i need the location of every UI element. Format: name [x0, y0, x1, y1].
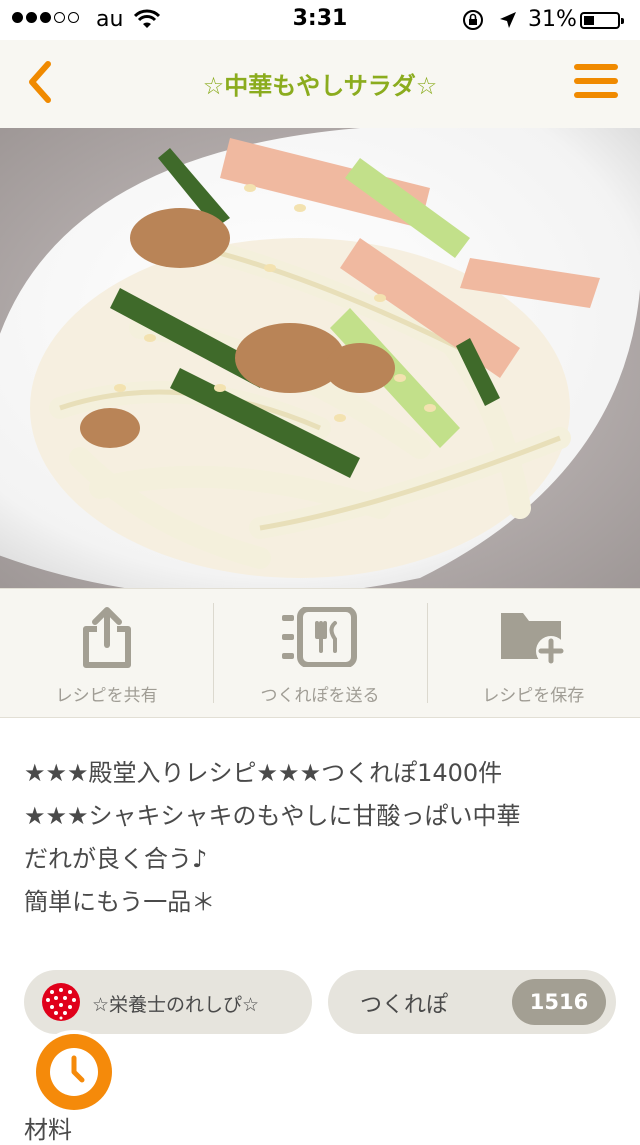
rotation-lock-icon [463, 10, 483, 30]
description-line: 簡単にもう一品＊ [24, 888, 216, 916]
status-bar: au 3:31 31% [0, 0, 640, 40]
description-line: ★★★殿堂入りレシピ★★★つくれぽ1400件 [24, 759, 503, 787]
author-name: ☆栄養士のれしぴ☆ [92, 994, 260, 1016]
tsukurepo-label: つくれぽ [360, 993, 449, 1018]
share-icon [82, 607, 131, 668]
recipe-action-bar: レシピを共有 つくれぽを送る レシピを保存 [0, 588, 640, 718]
description-line: だれが良く合う♪ [24, 845, 208, 873]
send-tsukurepo-label: つくれぽを送る [260, 686, 380, 706]
author-button[interactable]: ☆栄養士のれしぴ☆ [24, 970, 312, 1034]
battery-icon [580, 12, 624, 29]
hamburger-menu-icon[interactable] [574, 64, 618, 102]
save-recipe-label: レシピを保存 [482, 686, 585, 706]
navigation-bar: ☆中華もやしサラダ☆ [0, 40, 640, 129]
tsukurepo-button[interactable]: つくれぽ 1516 [328, 970, 616, 1034]
recipe-title: ☆中華もやしサラダ☆ [202, 72, 438, 100]
location-arrow-icon [500, 12, 516, 28]
tsukurepo-count-badge: 1516 [512, 979, 606, 1025]
recipe-photo [0, 128, 640, 588]
recipe-description: ★★★殿堂入りレシピ★★★つくれぽ1400件 ★★★シャキシャキのもやしに甘酸っ… [24, 752, 624, 924]
send-tsukurepo-button[interactable]: つくれぽを送る [213, 589, 426, 717]
save-recipe-button[interactable]: レシピを保存 [426, 589, 640, 717]
ingredients-heading: 材料 [24, 1116, 72, 1144]
back-chevron-icon[interactable] [18, 56, 68, 108]
battery-percentage: 31% [528, 7, 577, 32]
folder-add-icon [501, 613, 567, 665]
share-recipe-label: レシピを共有 [55, 686, 158, 706]
author-avatar-icon [42, 983, 80, 1021]
share-recipe-button[interactable]: レシピを共有 [0, 589, 213, 717]
clock-icon [50, 1048, 98, 1096]
description-line: ★★★シャキシャキのもやしに甘酸っぱい中華 [24, 802, 521, 830]
timer-button[interactable] [32, 1030, 116, 1114]
tsukurepo-icon [281, 607, 357, 667]
